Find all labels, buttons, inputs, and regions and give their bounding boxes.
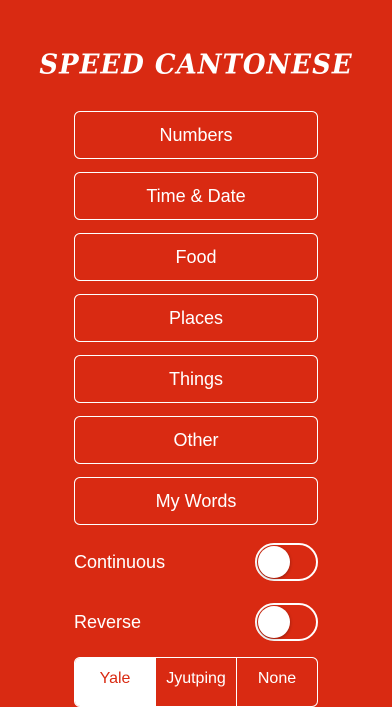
segment-none[interactable]: None bbox=[236, 658, 317, 706]
continuous-label: Continuous bbox=[74, 551, 166, 572]
time-date-button[interactable]: Time & Date bbox=[74, 172, 318, 220]
things-button[interactable]: Things bbox=[74, 355, 318, 403]
my-words-button[interactable]: My Words bbox=[74, 477, 318, 525]
reverse-label: Reverse bbox=[74, 611, 142, 632]
continuous-toggle[interactable] bbox=[255, 543, 318, 581]
places-button[interactable]: Places bbox=[74, 294, 318, 342]
continuous-setting-row: Continuous bbox=[74, 542, 318, 582]
reverse-setting-row: Reverse bbox=[74, 602, 318, 642]
numbers-button[interactable]: Numbers bbox=[74, 111, 318, 159]
food-button[interactable]: Food bbox=[74, 233, 318, 281]
reverse-toggle[interactable] bbox=[255, 603, 318, 641]
app-title: SPEED CANTONESE bbox=[39, 49, 353, 81]
toggle-knob bbox=[258, 546, 290, 578]
segment-jyutping[interactable]: Jyutping bbox=[155, 658, 236, 706]
category-menu: Numbers Time & Date Food Places Things O… bbox=[74, 111, 318, 538]
segment-yale[interactable]: Yale bbox=[75, 658, 155, 706]
app-screen: SPEED CANTONESE Numbers Time & Date Food… bbox=[0, 0, 392, 707]
toggle-knob bbox=[258, 606, 290, 638]
other-button[interactable]: Other bbox=[74, 416, 318, 464]
romanization-segmented-control: Yale Jyutping None bbox=[74, 657, 318, 707]
